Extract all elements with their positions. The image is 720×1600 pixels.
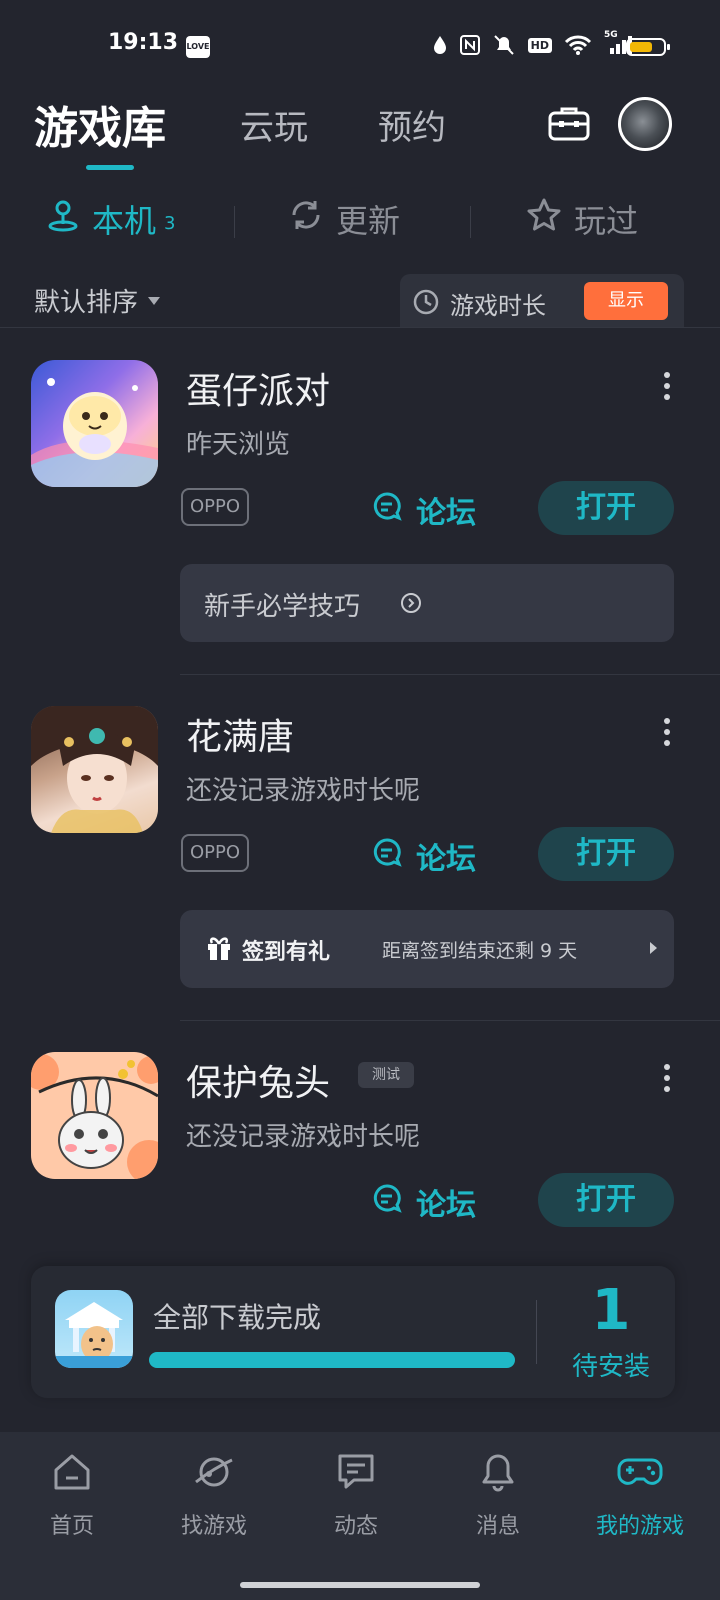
subtab-updates-label: 更新	[336, 202, 401, 240]
nav-find-games-label: 找游戏	[180, 1514, 247, 1539]
subtab-local-label: 本机	[92, 202, 157, 240]
bell-icon	[476, 1454, 520, 1498]
download-game-icon	[55, 1290, 133, 1368]
avatar[interactable]	[618, 97, 672, 151]
pending-install-count: 1	[591, 1278, 631, 1343]
message-icon	[334, 1454, 378, 1498]
hd-icon: HD	[527, 34, 552, 56]
show-play-time-button[interactable]: 显示	[584, 282, 668, 320]
nav-messages[interactable]: 消息	[426, 1450, 570, 1540]
status-time: 19:13	[108, 30, 179, 55]
divider	[470, 206, 471, 238]
game-name: 保护兔头	[186, 1063, 331, 1104]
forum-button[interactable]: 论坛	[372, 488, 476, 532]
subtab-played[interactable]: 玩过	[526, 196, 638, 242]
divider	[180, 674, 720, 675]
nav-my-games[interactable]: 我的游戏	[568, 1450, 712, 1540]
sort-label: 默认排序	[34, 288, 139, 318]
sort-dropdown[interactable]: 默认排序	[34, 282, 161, 319]
divider	[180, 1020, 720, 1021]
chat-icon	[372, 491, 402, 529]
mute-icon	[492, 34, 516, 56]
checkin-gift-banner[interactable]: 签到有礼 距离签到结束还剩 9 天	[180, 910, 674, 988]
gift-icon	[206, 934, 232, 966]
divider	[0, 327, 720, 328]
subtab-updates[interactable]: 更新	[288, 196, 400, 242]
game-subtitle: 还没记录游戏时长呢	[186, 1122, 421, 1152]
download-panel[interactable]: 全部下载完成 1 待安装	[31, 1266, 675, 1398]
star-icon	[526, 197, 562, 241]
nav-my-games-label: 我的游戏	[595, 1514, 684, 1539]
subtab-local[interactable]: 本机 3	[46, 196, 175, 242]
game-icon-protect-bunny[interactable]	[31, 1052, 158, 1179]
refresh-icon	[288, 197, 324, 241]
open-button[interactable]: 打开	[538, 1173, 674, 1227]
nav-feed[interactable]: 动态	[284, 1450, 428, 1540]
game-subtitle: 昨天浏览	[186, 430, 291, 460]
subtab-played-label: 玩过	[574, 202, 639, 240]
play-time-toggle: 游戏时长 显示	[400, 274, 684, 328]
caret-down-icon	[148, 296, 161, 305]
gift-desc: 距离签到结束还剩 9 天	[382, 940, 578, 962]
drop-icon	[432, 34, 448, 56]
more-options-icon[interactable]	[664, 372, 670, 405]
more-options-icon[interactable]	[664, 718, 670, 751]
game-icon-eggy-party[interactable]	[31, 360, 158, 487]
nfc-icon	[459, 34, 480, 56]
nav-home-label: 首页	[49, 1514, 94, 1539]
game-icon-hua-man-tang[interactable]	[31, 706, 158, 833]
nav-feed-label: 动态	[333, 1514, 378, 1539]
oppo-tag: OPPO	[181, 834, 249, 872]
tips-banner[interactable]: 新手必学技巧	[180, 564, 674, 642]
forum-button[interactable]: 论坛	[372, 1180, 476, 1224]
toolbox-icon[interactable]	[548, 105, 590, 141]
battery-icon	[626, 38, 670, 56]
clock-icon	[412, 288, 440, 320]
forum-label: 论坛	[416, 842, 476, 877]
subtab-local-count: 3	[164, 212, 176, 234]
pending-install-label: 待安装	[571, 1352, 650, 1382]
game-name: 花满唐	[186, 717, 295, 758]
nav-messages-label: 消息	[475, 1514, 520, 1539]
bottom-nav: 首页 找游戏 动态 消息 我的游戏	[0, 1432, 720, 1600]
divider	[536, 1300, 537, 1364]
divider	[234, 206, 235, 238]
chevron-right-icon	[650, 942, 657, 954]
game-name: 蛋仔派对	[186, 371, 331, 412]
open-button[interactable]: 打开	[538, 827, 674, 881]
location-person-icon	[46, 198, 80, 240]
download-progress-bar	[149, 1352, 515, 1368]
home-indicator[interactable]	[240, 1582, 480, 1588]
active-tab-indicator	[86, 165, 134, 170]
nav-find-games[interactable]: 找游戏	[142, 1450, 286, 1540]
wifi-icon	[564, 34, 592, 56]
tips-label: 新手必学技巧	[204, 592, 361, 622]
test-badge: 测试	[358, 1062, 414, 1088]
forum-button[interactable]: 论坛	[372, 834, 476, 878]
planet-icon	[192, 1457, 236, 1498]
gift-title: 签到有礼	[242, 940, 331, 965]
oppo-tag: OPPO	[181, 488, 249, 526]
download-status: 全部下载完成	[153, 1301, 322, 1334]
game-subtitle: 还没记录游戏时长呢	[186, 776, 421, 806]
chat-icon	[372, 1183, 402, 1221]
gamepad-icon	[616, 1458, 664, 1498]
status-icons: HD 5G	[432, 30, 636, 56]
forum-label: 论坛	[416, 496, 476, 531]
chat-icon	[372, 837, 402, 875]
tab-reservation[interactable]: 预约	[378, 100, 446, 149]
more-options-icon[interactable]	[664, 1064, 670, 1097]
arrow-circle-icon	[400, 592, 422, 618]
tab-cloud-play[interactable]: 云玩	[240, 100, 308, 149]
home-icon	[50, 1454, 94, 1498]
nav-home[interactable]: 首页	[0, 1450, 144, 1540]
love-badge: LOVE	[186, 36, 210, 58]
play-time-label: 游戏时长	[450, 292, 546, 320]
open-button[interactable]: 打开	[538, 481, 674, 535]
forum-label: 论坛	[416, 1188, 476, 1223]
tab-game-library[interactable]: 游戏库	[34, 92, 166, 156]
